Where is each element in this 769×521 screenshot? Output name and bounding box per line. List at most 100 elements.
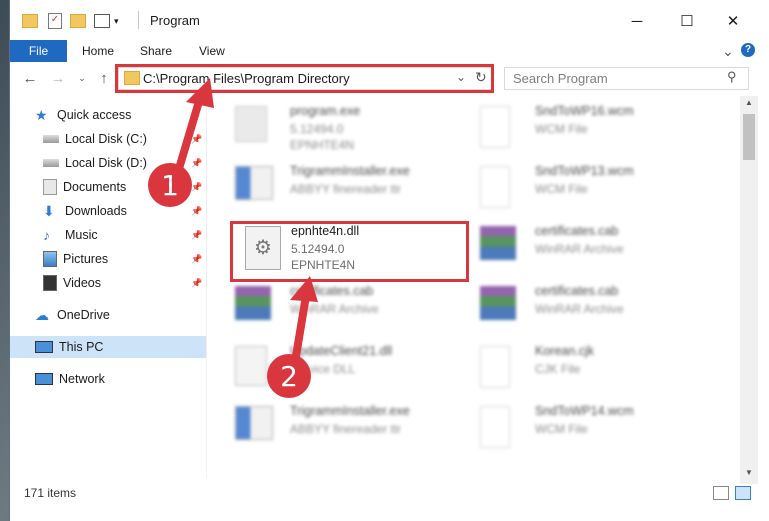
file-item[interactable]: TrigrammInstaller.exe ABBYY finereader t… [215,162,450,218]
file-item[interactable]: TrigrammInstaller.exe ABBYY finereader t… [215,402,450,458]
nav-item-music[interactable]: ♪ Music [43,224,98,246]
properties-icon[interactable]: ✓ [48,13,62,29]
file-item[interactable]: Korean.cjk CJK File [460,342,695,398]
pin-icon: 📌 [191,158,203,168]
file-icon [480,406,510,448]
nav-network[interactable]: Network [35,368,105,390]
file-name: TrigrammInstaller.exe [290,404,410,418]
pin-icon: 📌 [191,230,203,240]
tab-home[interactable]: Home [82,40,114,62]
pin-icon: 📌 [191,134,203,144]
folder-icon[interactable] [22,14,38,28]
navigation-pane: ★ Quick access Local Disk (C:) 📌 Local D… [10,98,206,478]
close-button[interactable]: ✕ [710,6,756,36]
tab-file[interactable]: File [10,40,67,62]
file-type: WinRAR Archive [290,302,379,316]
nav-item-documents[interactable]: Documents [43,176,126,198]
file-explorer-window: ✓ ▾ Program ─ ☐ ✕ File Home Share View ⌄… [9,0,769,521]
cloud-icon: ☁ [35,307,49,323]
maximize-button[interactable]: ☐ [664,6,710,36]
exe-icon [235,106,267,142]
file-name: SndToWP14.wcm [535,404,634,418]
nav-label: Quick access [57,108,132,122]
large-icons-view-icon[interactable] [735,486,751,500]
search-input[interactable]: Search Program [513,71,608,86]
file-type: 5.12494.0 [290,122,344,136]
file-icon [480,166,510,208]
dropdown-icon[interactable]: ▾ [114,16,119,27]
minimize-button[interactable]: ─ [614,6,660,36]
drive-icon [43,159,59,167]
nav-label: Local Disk (D:) [65,156,147,170]
search-icon[interactable]: ⚲ [727,69,737,85]
file-item[interactable]: SndToWP13.wcm WCM File [460,162,695,218]
help-icon[interactable]: ? [741,43,755,57]
step-1-badge: 1 [148,163,192,207]
nav-label: OneDrive [57,308,110,322]
file-type: CJK File [535,362,581,376]
expand-ribbon-icon[interactable]: ⌄ [722,40,734,62]
file-item[interactable]: certificates.cab WinRAR Archive [460,282,695,338]
details-view-icon[interactable] [713,486,729,500]
back-button[interactable]: ← [20,68,40,88]
nav-this-pc[interactable]: This PC [10,336,206,358]
nav-item-videos[interactable]: Videos [43,272,101,294]
file-icon [480,346,510,388]
file-item[interactable]: program.exe 5.12494.0 EPNHTE4N [215,102,450,158]
file-type: WinRAR Archive [535,242,624,256]
drive-icon [43,135,59,143]
file-item[interactable]: SndToWP16.wcm WCM File [460,102,695,158]
tab-share[interactable]: Share [140,40,172,62]
archive-icon [235,286,271,320]
file-icon [480,106,510,148]
scroll-down-icon[interactable]: ▼ [745,468,753,477]
nav-item-downloads[interactable]: ⬇ Downloads [43,200,127,222]
file-name: certificates.cab [535,284,619,298]
file-list: program.exe 5.12494.0 EPNHTE4N SndToWP16… [215,98,740,478]
nav-item-local-disk-d[interactable]: Local Disk (D:) [43,152,147,174]
dll-icon [235,346,267,386]
recent-locations-icon[interactable]: ⌄ [72,68,92,88]
forward-button[interactable]: → [48,68,68,88]
nav-onedrive[interactable]: ☁ OneDrive [35,304,110,326]
tab-view[interactable]: View [199,40,225,62]
search-box[interactable]: Search Program ⚲ [504,67,749,90]
customize-toolbar-icon[interactable] [94,14,110,28]
nav-label: Documents [63,180,127,194]
nav-item-pictures[interactable]: Pictures [43,248,108,270]
nav-label: Network [59,372,105,386]
file-item[interactable]: SndToWP14.wcm WCM File [460,402,695,458]
network-icon [35,373,53,385]
quick-access-toolbar: ✓ ▾ [22,12,119,30]
new-folder-icon[interactable] [70,14,86,28]
nav-quick-access[interactable]: ★ Quick access [35,104,131,126]
ribbon-tabs: File Home Share View ⌄ ? [10,40,769,62]
status-bar: 171 items [10,482,769,504]
vertical-scrollbar[interactable]: ▲ ▼ [740,96,758,484]
nav-label: Videos [63,276,101,290]
file-name: SndToWP13.wcm [535,164,634,178]
file-publisher: EPNHTE4N [290,138,355,152]
file-item[interactable]: UpdateClient21.dll Service DLL [215,342,450,398]
title-bar: ✓ ▾ Program ─ ☐ ✕ [10,0,769,40]
address-bar-highlight [115,64,494,93]
window-title: Program [150,13,200,28]
documents-icon [43,179,57,195]
file-item[interactable]: certificates.cab WinRAR Archive [460,222,695,278]
computer-icon [35,341,53,353]
downloads-icon: ⬇ [43,203,55,219]
file-name: TrigrammInstaller.exe [290,164,410,178]
nav-item-local-disk-c[interactable]: Local Disk (C:) [43,128,147,150]
file-type: WCM File [535,122,588,136]
file-item[interactable]: certificates.cab WinRAR Archive [215,282,450,338]
file-type: ABBYY finereader ttr [290,182,402,196]
nav-label: Pictures [63,252,109,266]
nav-label: This PC [59,340,104,354]
file-name: certificates.cab [290,284,374,298]
nav-label: Music [65,228,98,242]
archive-icon [480,226,516,260]
up-button[interactable]: ↑ [94,68,114,88]
scroll-up-icon[interactable]: ▲ [745,98,753,107]
pin-icon: 📌 [191,278,203,288]
scrollbar-thumb[interactable] [743,114,755,160]
